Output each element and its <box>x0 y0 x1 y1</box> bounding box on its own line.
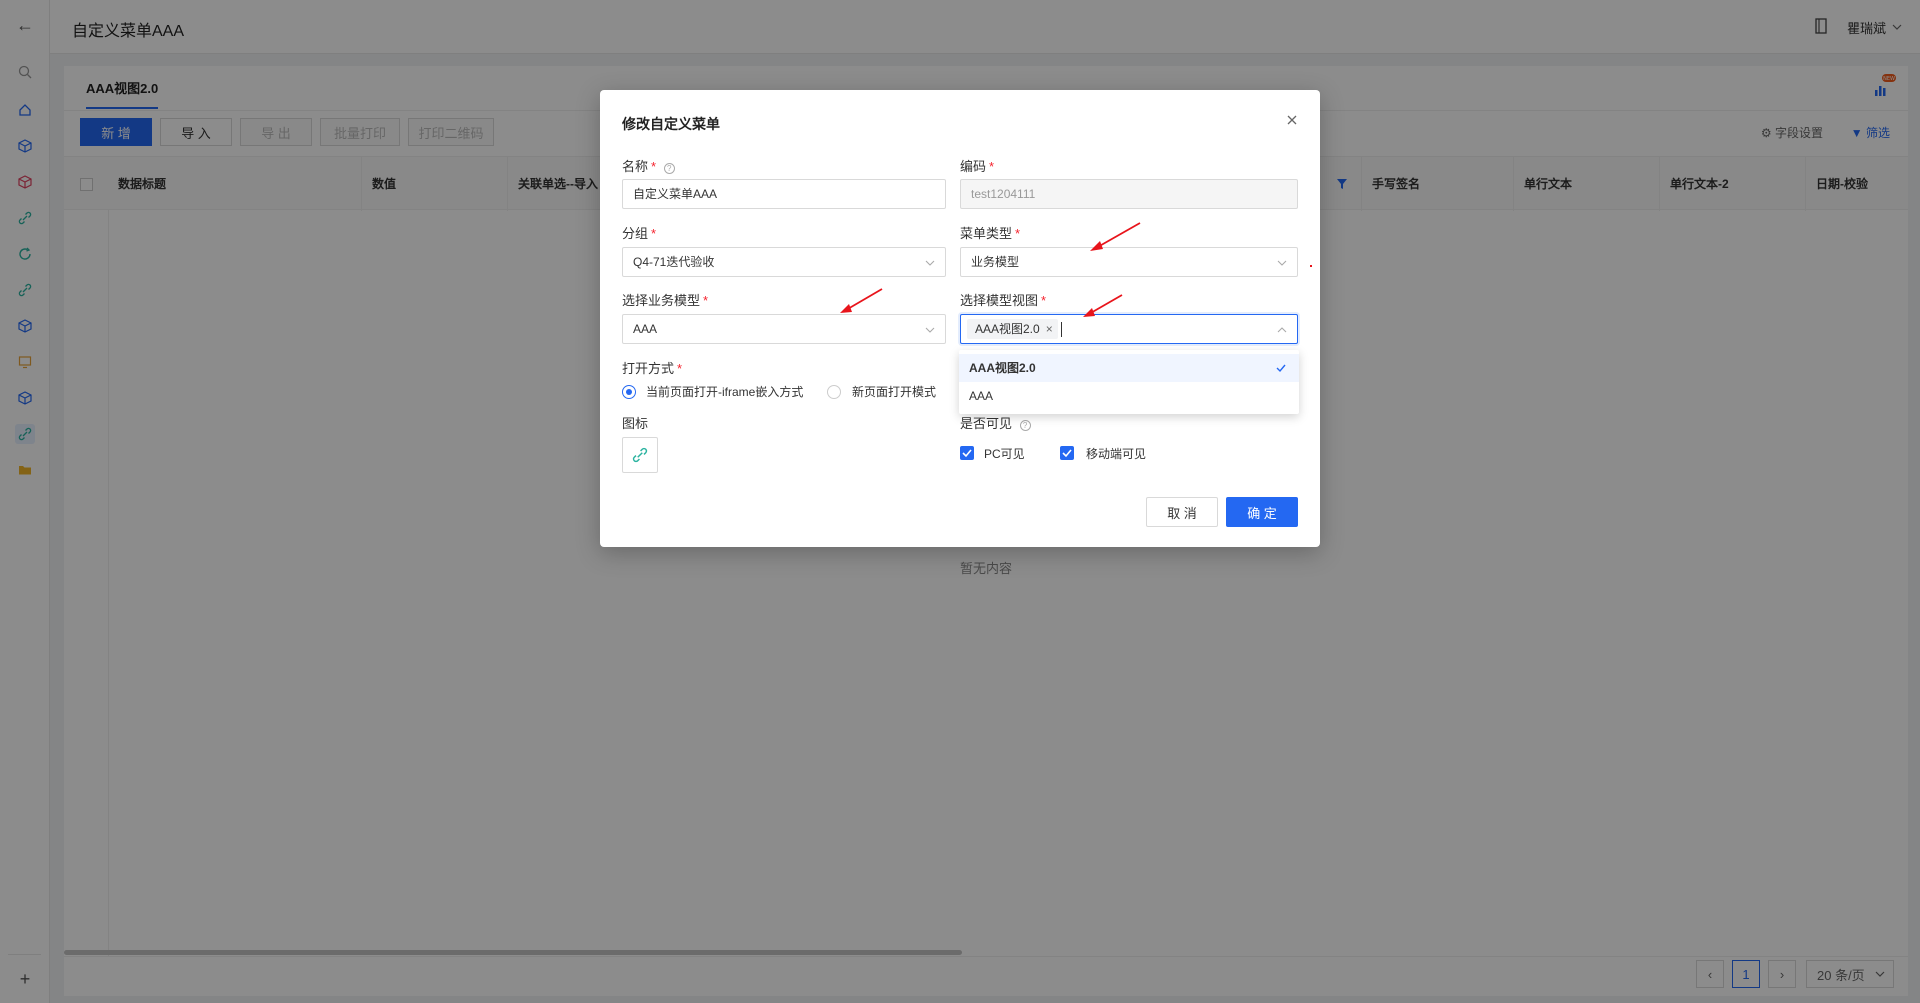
confirm-button[interactable]: 确 定 <box>1226 497 1298 527</box>
business-model-value: AAA <box>633 322 658 336</box>
close-icon[interactable] <box>1284 112 1300 128</box>
dialog-title: 修改自定义菜单 <box>622 116 720 132</box>
open-mode-label: 打开方式 * <box>622 361 683 376</box>
annotation-arrow-icon <box>1090 222 1141 251</box>
annotation-arrow-icon <box>1083 294 1123 317</box>
chevron-down-icon <box>925 260 935 266</box>
annotation-arrow-icon <box>840 288 883 313</box>
check-icon <box>1276 364 1286 373</box>
radio-new-page[interactable] <box>827 385 841 399</box>
icon-picker[interactable] <box>622 437 658 473</box>
radio-iframe[interactable] <box>622 385 636 399</box>
model-view-dropdown: AAA视图2.0 AAA <box>959 350 1299 414</box>
help-icon[interactable]: ? <box>1019 420 1031 431</box>
radio-iframe-label[interactable]: 当前页面打开-iframe嵌入方式 <box>646 383 803 400</box>
code-label: 编码 * <box>960 159 995 174</box>
name-label: 名称 * ? <box>622 156 675 175</box>
menu-type-label: 菜单类型 * <box>960 226 1021 241</box>
chevron-up-icon <box>1277 327 1287 333</box>
chevron-down-icon <box>1277 260 1287 266</box>
business-model-label: 选择业务模型 * <box>622 293 709 308</box>
mobile-visible-label[interactable]: 移动端可见 <box>1086 445 1146 462</box>
chevron-down-icon <box>925 327 935 333</box>
group-label: 分组 * <box>622 226 657 241</box>
annotation-dot <box>1310 265 1312 267</box>
dropdown-option[interactable]: AAA <box>959 382 1299 410</box>
cancel-button[interactable]: 取 消 <box>1146 497 1218 527</box>
link-icon <box>632 447 648 463</box>
mobile-visible-checkbox[interactable] <box>1060 446 1074 460</box>
pc-visible-checkbox[interactable] <box>960 446 974 460</box>
model-view-select[interactable]: AAA视图2.0 × <box>960 314 1298 344</box>
menu-type-value: 业务模型 <box>971 255 1020 269</box>
selected-tag: AAA视图2.0 × <box>967 319 1058 339</box>
edit-menu-dialog: 修改自定义菜单 名称 * ? 自定义菜单AAA 编码 * test1204111 分… <box>600 90 1320 547</box>
name-input[interactable]: 自定义菜单AAA <box>622 179 946 209</box>
dropdown-option[interactable]: AAA视图2.0 <box>959 354 1299 382</box>
help-icon[interactable]: ? <box>663 163 675 174</box>
tag-close-icon[interactable]: × <box>1046 319 1053 339</box>
pc-visible-label[interactable]: PC可见 <box>984 445 1025 462</box>
text-caret <box>1061 322 1062 337</box>
icon-label: 图标 <box>622 416 649 431</box>
group-select[interactable]: Q4-71迭代验收 <box>622 247 946 277</box>
visibility-label: 是否可见 ? <box>960 413 1031 432</box>
radio-new-page-label[interactable]: 新页面打开模式 <box>852 383 936 400</box>
group-value: Q4-71迭代验收 <box>633 255 715 269</box>
model-view-label: 选择模型视图 * <box>960 293 1047 308</box>
business-model-select[interactable]: AAA <box>622 314 946 344</box>
code-input: test1204111 <box>960 179 1298 209</box>
